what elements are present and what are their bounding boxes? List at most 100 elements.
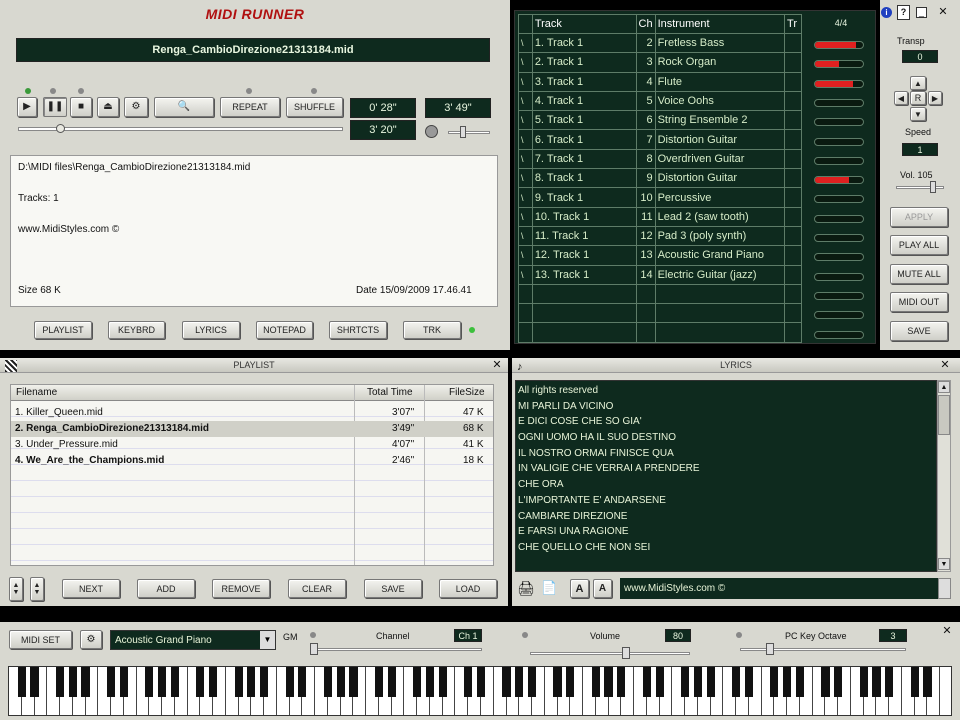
trk-nav-button[interactable]: TRK [403, 321, 461, 339]
piano-black-key[interactable] [170, 667, 179, 697]
mute-toggle-icon[interactable]: \ [518, 225, 533, 247]
master-volume-slider[interactable] [896, 186, 944, 189]
piano-black-key[interactable] [642, 667, 651, 697]
piano-black-key[interactable] [527, 667, 537, 697]
move-down-button[interactable]: ▲ ▼ [30, 577, 44, 601]
piano-black-key[interactable] [617, 667, 626, 697]
position-slider-thumb[interactable] [56, 124, 65, 133]
mute-toggle-icon[interactable]: \ [518, 32, 533, 54]
keybrd-nav-button[interactable]: KEYBRD [108, 321, 165, 339]
track-row[interactable]: \ 11. Track 1 12 Pad 3 (poly synth) [518, 225, 802, 247]
piano-black-key[interactable] [68, 667, 77, 697]
track-row[interactable]: \ 8. Track 1 9 Distortion Guitar [518, 168, 802, 189]
left-arrow-button[interactable]: ◀ [894, 91, 908, 105]
piano-black-key[interactable] [859, 667, 868, 697]
shortcuts-nav-button[interactable]: SHRTCTS [329, 321, 387, 339]
piano-black-key[interactable] [591, 667, 600, 697]
track-instrument[interactable]: String Ensemble 2 [654, 110, 786, 131]
piano-black-key[interactable] [157, 667, 167, 697]
piano-black-key[interactable] [425, 667, 435, 697]
piano-black-key[interactable] [106, 667, 116, 697]
mute-toggle-icon[interactable]: \ [518, 90, 533, 112]
add-button[interactable]: ADD [137, 579, 195, 598]
text-file-icon[interactable]: 📄 [541, 580, 557, 596]
track-instrument[interactable]: Electric Guitar (jazz) [654, 264, 786, 285]
piano-black-key[interactable] [515, 667, 524, 697]
track-row[interactable]: \ 3. Track 1 4 Flute [518, 71, 802, 92]
playlist-row[interactable]: 2. Renga_CambioDirezione21313184.mid 3'49… [11, 421, 493, 437]
piano-black-key[interactable] [834, 667, 843, 697]
piano-black-key[interactable] [502, 667, 511, 697]
lyrics-nav-button[interactable]: LYRICS [182, 321, 240, 339]
time-column-header[interactable]: Total Time [367, 387, 413, 398]
piano-black-key[interactable] [885, 667, 894, 697]
mute-toggle-icon[interactable]: \ [518, 187, 533, 208]
piano-black-key[interactable] [349, 667, 358, 697]
track-instrument[interactable]: Rock Organ [654, 52, 786, 73]
clear-button[interactable]: CLEAR [288, 579, 346, 598]
track-row[interactable]: \ 9. Track 1 10 Percussive [518, 187, 802, 208]
remove-button[interactable]: REMOVE [212, 579, 270, 598]
settings-button[interactable]: ⚙ [124, 97, 148, 117]
track-row[interactable]: \ 2. Track 1 3 Rock Organ [518, 52, 802, 73]
track-row[interactable]: \ 6. Track 1 7 Distortion Guitar [518, 129, 802, 150]
up-arrow-button[interactable]: ▲ [910, 76, 926, 90]
mute-toggle-icon[interactable]: \ [518, 148, 533, 170]
reset-button[interactable]: R [910, 91, 926, 105]
piano-black-key[interactable] [604, 667, 613, 697]
instrument-select[interactable]: Acoustic Grand Piano ▼ [110, 630, 276, 650]
piano-black-key[interactable] [732, 667, 741, 697]
piano-black-key[interactable] [706, 667, 715, 697]
track-instrument[interactable]: Distortion Guitar [654, 168, 786, 189]
down-arrow-button[interactable]: ▼ [910, 107, 926, 121]
lyrics-footer-scroll[interactable] [938, 578, 951, 599]
track-row[interactable]: \ 5. Track 1 6 String Ensemble 2 [518, 110, 802, 131]
piano-black-key[interactable] [783, 667, 792, 697]
kb-volume-slider-thumb[interactable] [622, 647, 630, 659]
channel-slider-thumb[interactable] [310, 643, 318, 655]
playlist-nav-button[interactable]: PLAYLIST [34, 321, 92, 339]
piano-black-key[interactable] [55, 667, 65, 697]
piano-black-key[interactable] [553, 667, 562, 697]
piano-keyboard[interactable] [8, 666, 952, 716]
lyrics-close-icon[interactable]: ✕ [938, 359, 952, 372]
position-slider[interactable] [18, 127, 343, 131]
track-row[interactable]: \ 1. Track 1 2 Fretless Bass [518, 32, 802, 54]
piano-black-key[interactable] [209, 667, 218, 697]
track-instrument[interactable]: Flute [654, 71, 786, 92]
help-icon[interactable]: ? [897, 5, 910, 20]
track-row[interactable]: \ 13. Track 1 14 Electric Guitar (jazz) [518, 264, 802, 285]
kb-volume-slider[interactable] [530, 652, 690, 655]
font-smaller-button[interactable]: A [593, 579, 612, 598]
shuffle-button[interactable]: SHUFFLE [286, 97, 343, 117]
piano-black-key[interactable] [795, 667, 804, 697]
piano-white-key[interactable] [940, 667, 951, 715]
track-row[interactable]: \ 12. Track 1 13 Acoustic Grand Piano [518, 245, 802, 266]
mute-toggle-icon[interactable]: \ [518, 206, 533, 227]
piano-black-key[interactable] [655, 667, 664, 697]
piano-black-key[interactable] [872, 667, 881, 697]
search-button[interactable]: 🔍 [154, 97, 214, 117]
piano-black-key[interactable] [30, 667, 39, 697]
piano-black-key[interactable] [770, 667, 779, 697]
piano-black-key[interactable] [438, 667, 447, 697]
track-instrument[interactable]: Lead 2 (saw tooth) [654, 206, 786, 227]
piano-black-key[interactable] [476, 667, 486, 697]
right-arrow-button[interactable]: ▶ [928, 91, 942, 105]
piano-black-key[interactable] [387, 667, 396, 697]
mute-all-button[interactable]: MUTE ALL [890, 264, 948, 284]
volume-slider[interactable] [448, 131, 490, 134]
track-instrument[interactable]: Percussive [654, 187, 786, 208]
piano-black-key[interactable] [693, 667, 702, 697]
track-instrument[interactable]: Acoustic Grand Piano [654, 245, 786, 266]
track-row[interactable]: \ 7. Track 1 8 Overdriven Guitar [518, 148, 802, 170]
play-all-button[interactable]: PLAY ALL [890, 235, 948, 255]
playlist-save-button[interactable]: SAVE [364, 579, 422, 598]
octave-slider-thumb[interactable] [766, 643, 774, 655]
mute-toggle-icon[interactable]: \ [518, 168, 533, 189]
track-instrument[interactable]: Overdriven Guitar [654, 148, 786, 170]
keyboard-settings-button[interactable]: ⚙ [80, 630, 102, 649]
piano-black-key[interactable] [285, 667, 294, 697]
piano-black-key[interactable] [413, 667, 422, 697]
track-instrument[interactable]: Pad 3 (poly synth) [654, 225, 786, 247]
